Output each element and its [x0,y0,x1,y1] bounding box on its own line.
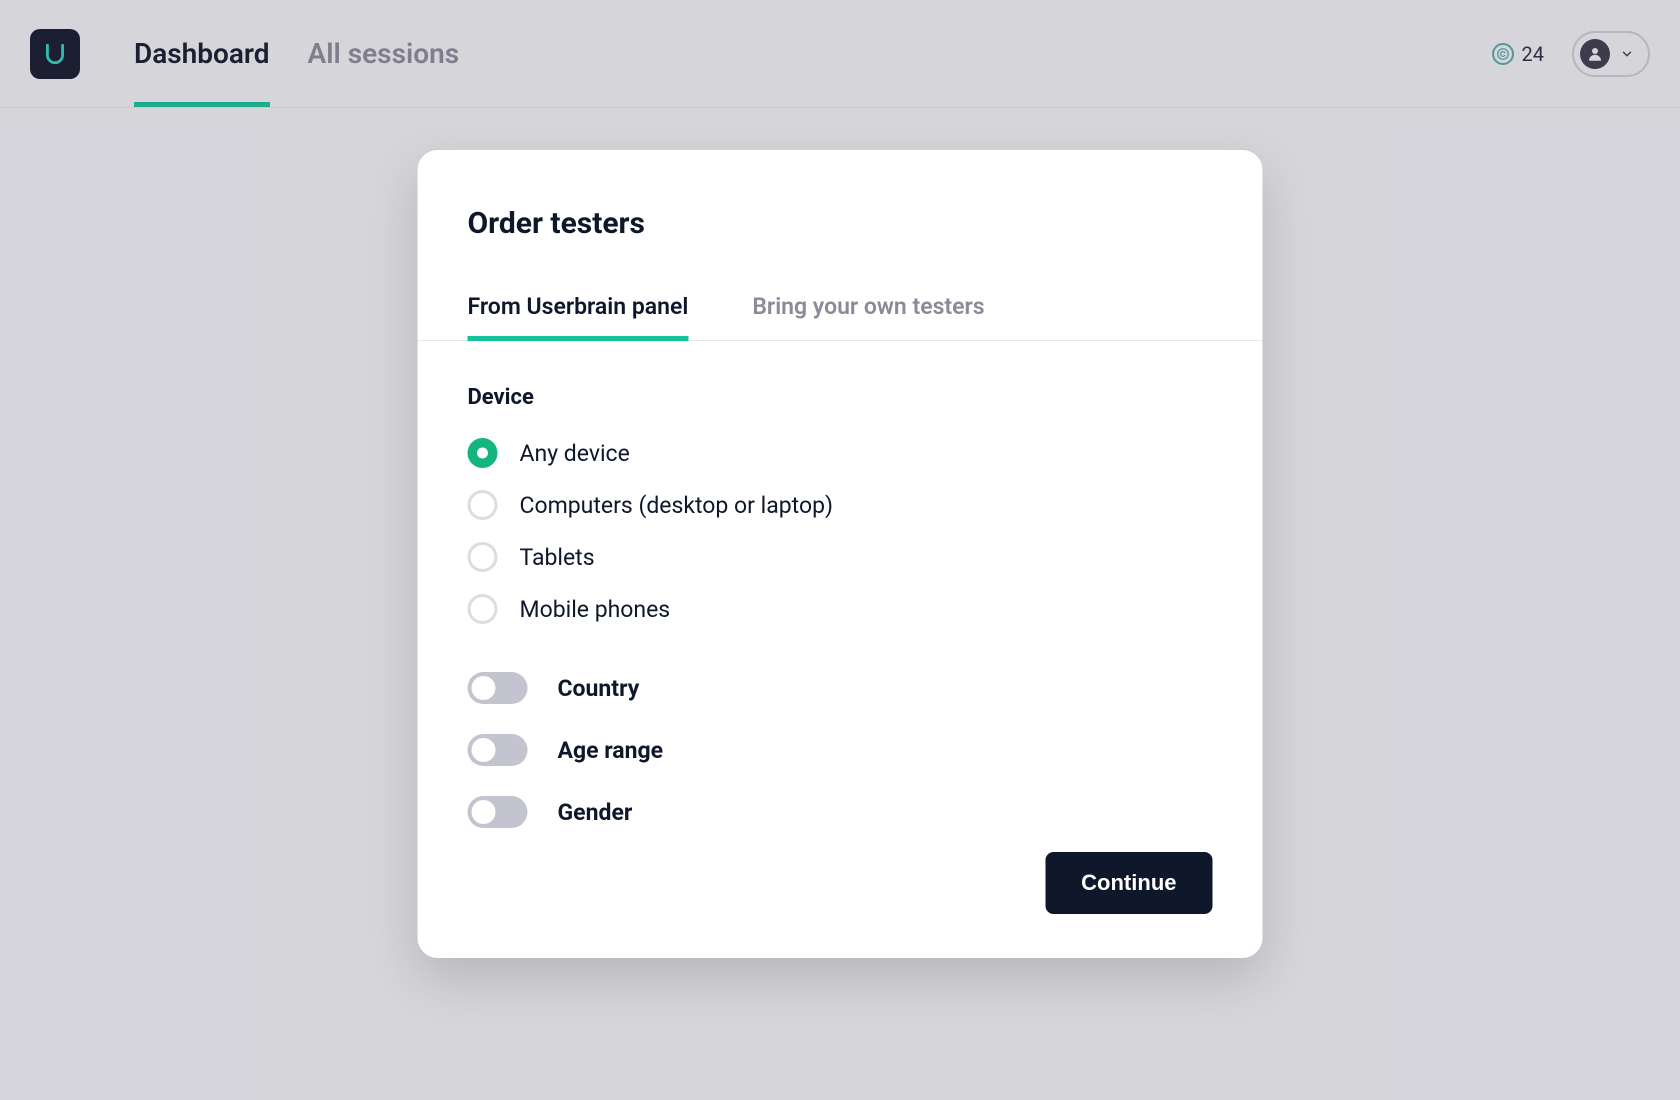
toggle-row-country: Country [468,672,1213,704]
tab-bring-your-own[interactable]: Bring your own testers [752,293,984,340]
device-option-label: Mobile phones [520,596,671,623]
gender-toggle[interactable] [468,796,528,828]
modal-footer: Continue [468,852,1213,914]
country-toggle[interactable] [468,672,528,704]
radio-icon [468,490,498,520]
toggle-row-gender: Gender [468,796,1213,828]
tab-from-panel[interactable]: From Userbrain panel [468,293,689,340]
device-option-label: Any device [520,440,630,467]
age-range-toggle-label: Age range [558,737,664,764]
country-toggle-label: Country [558,675,640,702]
gender-toggle-label: Gender [558,799,633,826]
radio-icon [468,438,498,468]
device-option-computers[interactable]: Computers (desktop or laptop) [468,490,1213,520]
toggle-row-age: Age range [468,734,1213,766]
radio-icon [468,542,498,572]
order-testers-modal: Order testers From Userbrain panel Bring… [418,150,1263,958]
device-option-any[interactable]: Any device [468,438,1213,468]
tab-byo-label: Bring your own testers [752,293,984,320]
device-section-label: Device [468,385,1213,410]
modal-title: Order testers [468,206,1213,241]
continue-button[interactable]: Continue [1045,852,1212,914]
age-range-toggle[interactable] [468,734,528,766]
radio-icon [468,594,498,624]
device-option-tablets[interactable]: Tablets [468,542,1213,572]
device-option-label: Tablets [520,544,595,571]
modal-tabs: From Userbrain panel Bring your own test… [418,293,1263,341]
tab-from-panel-label: From Userbrain panel [468,293,689,320]
device-radio-group: Any device Computers (desktop or laptop)… [468,438,1213,624]
filter-toggles: Country Age range Gender [468,672,1213,828]
continue-button-label: Continue [1081,870,1176,895]
device-option-label: Computers (desktop or laptop) [520,492,834,519]
device-option-mobile[interactable]: Mobile phones [468,594,1213,624]
